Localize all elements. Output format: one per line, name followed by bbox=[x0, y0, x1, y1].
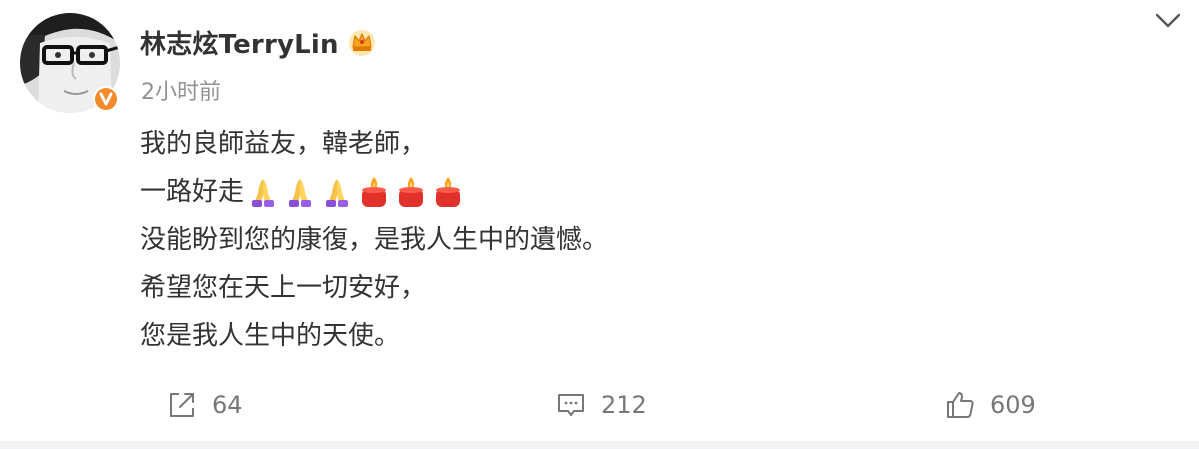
post-text: 希望您在天上一切安好， bbox=[140, 273, 427, 303]
candle-icon bbox=[436, 177, 461, 207]
like-button[interactable]: 609 bbox=[944, 389, 1036, 421]
post-text-line: 希望您在天上一切安好， bbox=[140, 264, 1140, 312]
card-divider bbox=[0, 441, 1199, 449]
avatar[interactable] bbox=[20, 13, 120, 113]
repost-button[interactable]: 64 bbox=[166, 389, 243, 421]
author-row: 林志炫TerryLin bbox=[140, 22, 379, 62]
post-text: 一路好走 bbox=[140, 177, 245, 207]
praying-hands-icon bbox=[252, 179, 275, 207]
post-text: 没能盼到您的康復，是我人生中的遺憾。 bbox=[140, 225, 609, 255]
comment-button[interactable]: 212 bbox=[555, 389, 647, 421]
post-text: 您是我人生中的天使。 bbox=[140, 321, 401, 351]
praying-hands-icon bbox=[326, 179, 349, 207]
like-count: 609 bbox=[990, 391, 1036, 419]
verified-badge-icon bbox=[93, 86, 119, 112]
post-content: 我的良師益友，韓老師， 一路好走 没能盼到您的康復，是我人生中的遺憾。 希望您在… bbox=[140, 120, 1140, 360]
author-name[interactable]: 林志炫TerryLin bbox=[140, 24, 339, 61]
post-text-line: 一路好走 bbox=[140, 168, 1140, 216]
post-text-line: 您是我人生中的天使。 bbox=[140, 312, 1140, 360]
chevron-down-icon[interactable] bbox=[1154, 10, 1182, 32]
post-timestamp[interactable]: 2小时前 bbox=[141, 74, 221, 106]
weibo-post-card: 林志炫TerryLin 2小时前 我的良師益友，韓老師， 一路好走 没能盼到您的… bbox=[0, 0, 1199, 449]
praying-hands-icon bbox=[289, 179, 312, 207]
post-text: 我的良師益友，韓老師， bbox=[140, 129, 427, 159]
repost-count: 64 bbox=[212, 391, 243, 419]
repost-icon bbox=[170, 393, 194, 417]
candle-icon bbox=[399, 177, 424, 207]
emoji-row bbox=[246, 175, 468, 209]
crown-badge-icon[interactable] bbox=[345, 25, 379, 59]
action-bar: 64 212 609 bbox=[0, 375, 1199, 435]
comment-count: 212 bbox=[601, 391, 647, 419]
comment-icon bbox=[558, 394, 584, 416]
post-text-line: 没能盼到您的康復，是我人生中的遺憾。 bbox=[140, 216, 1140, 264]
candle-icon bbox=[362, 177, 387, 207]
post-text-line: 我的良師益友，韓老師， bbox=[140, 120, 1140, 168]
thumbs-up-icon bbox=[947, 392, 974, 418]
